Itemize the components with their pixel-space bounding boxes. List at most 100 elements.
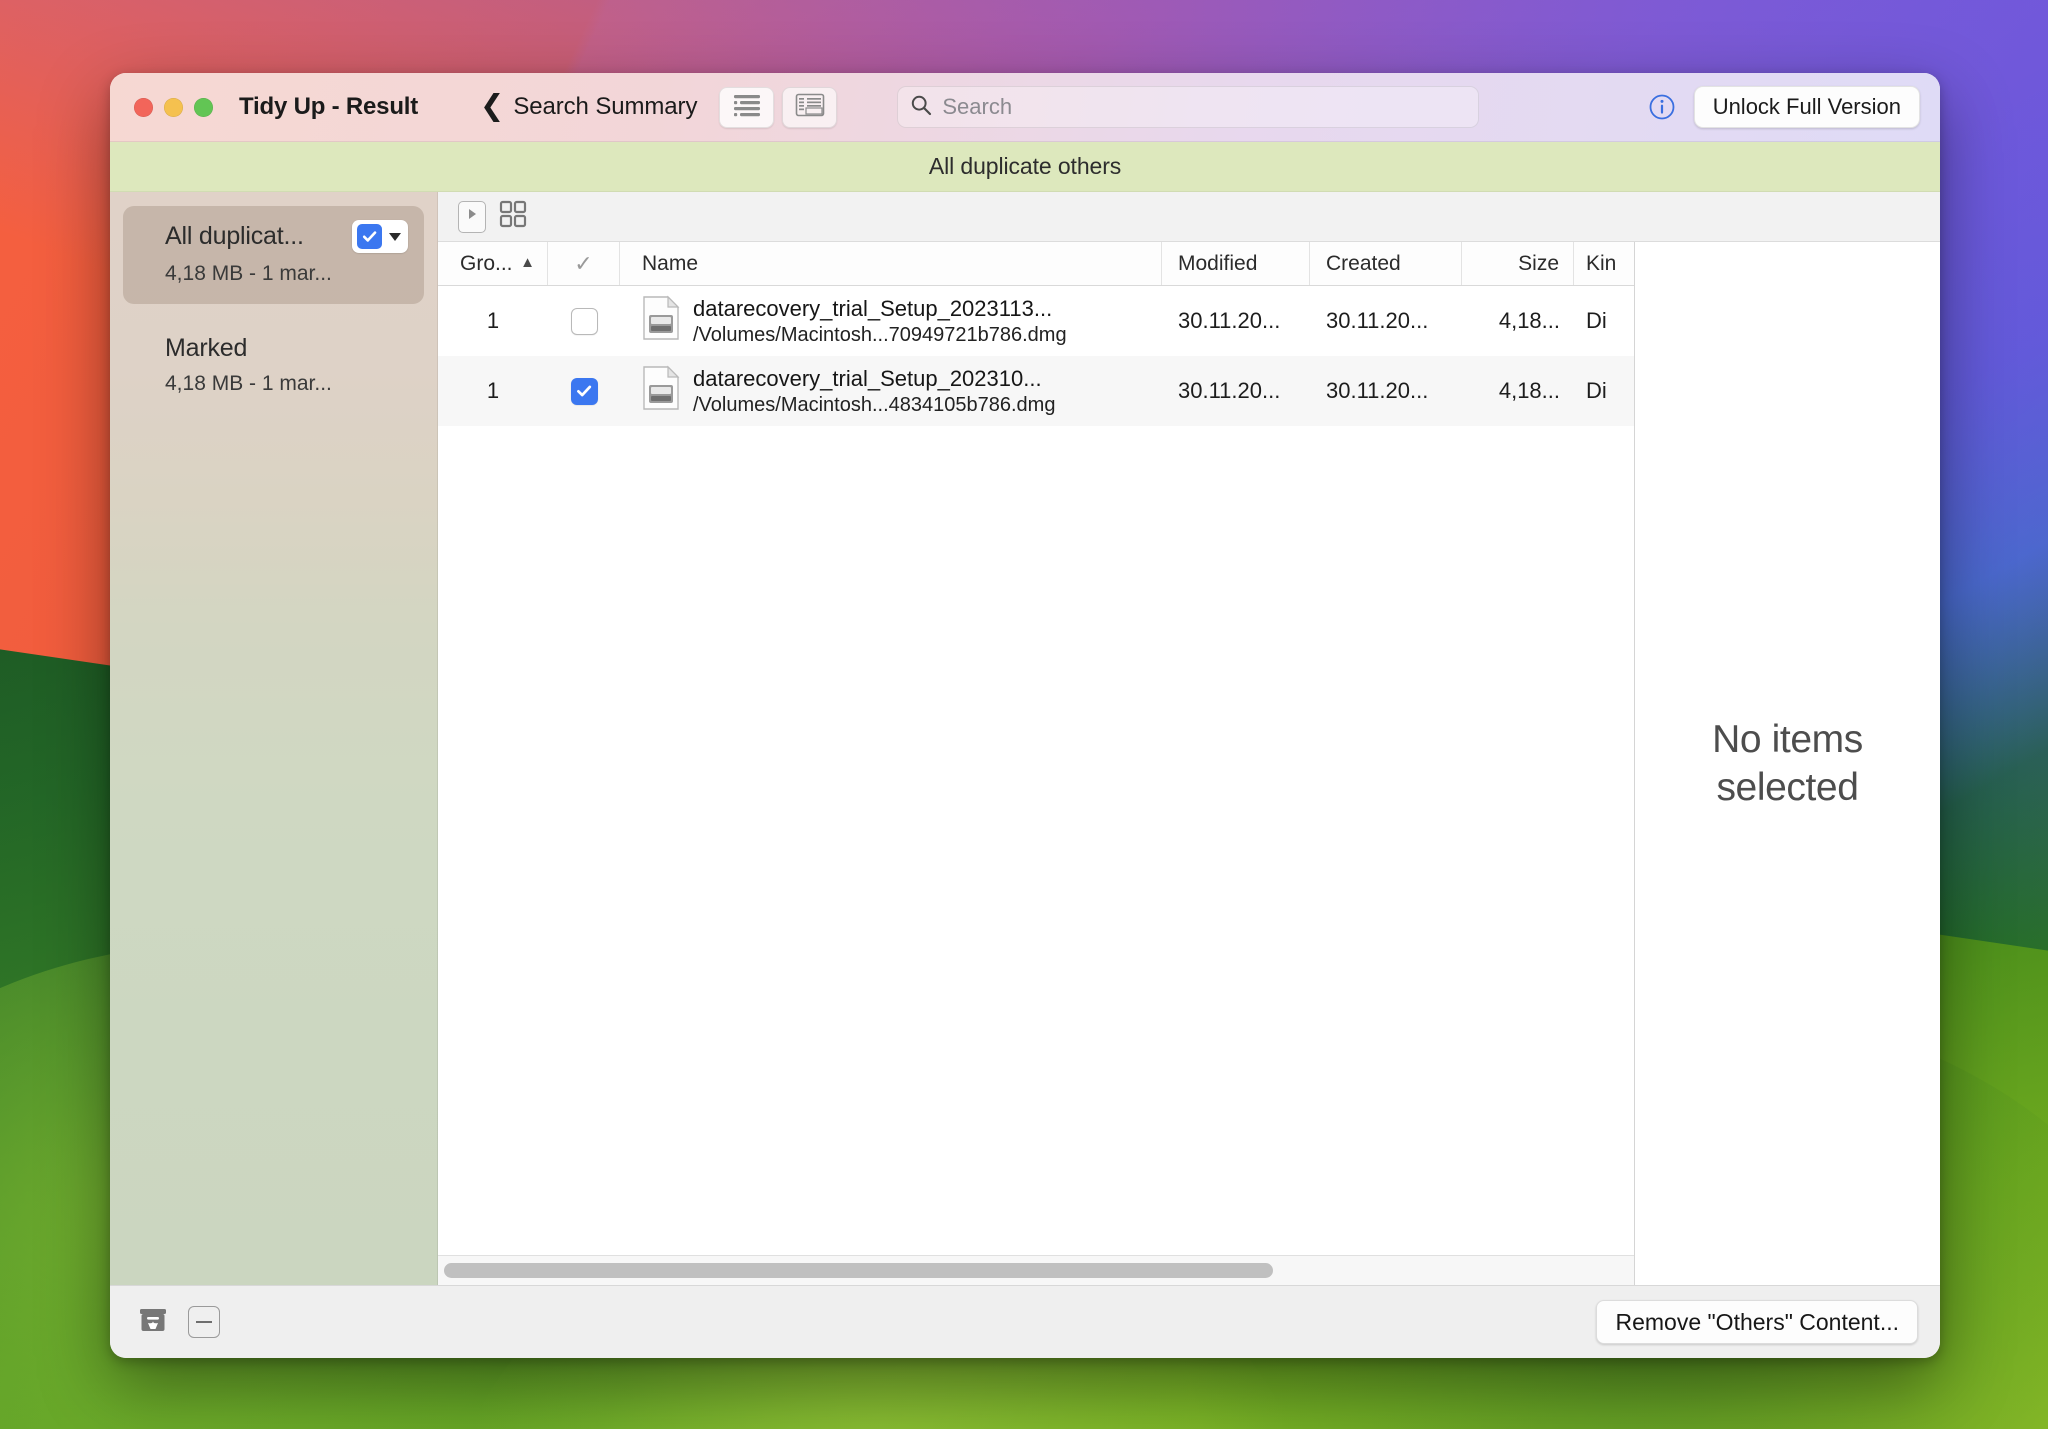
cell-kind: Di [1586,308,1607,333]
horizontal-scrollbar-thumb[interactable] [444,1263,1273,1278]
table-row[interactable]: 1 [438,286,1634,356]
column-header-size-label: Size [1518,251,1559,275]
column-header-name[interactable]: Name [620,242,1162,285]
cell-modified: 30.11.20... [1178,308,1281,333]
remove-others-content-button[interactable]: Remove "Others" Content... [1596,1300,1918,1344]
result-banner: All duplicate others [110,142,1940,192]
chevron-down-icon[interactable] [389,232,401,241]
main-content: Gro... ▲ ✓ Name Modified Created Size Ki… [438,192,1940,1285]
name-text-block: datarecovery_trial_Setup_2023113... /Vol… [693,296,1067,347]
chevron-left-icon: ❮ [480,89,505,122]
archive-box-icon [136,1303,170,1342]
column-header-kind[interactable]: Kin [1574,242,1634,285]
sidebar-item-subtitle: 4,18 MB - 1 mar... [165,262,332,285]
sidebar-item-header: Marked [165,334,408,363]
dmg-disk-image-icon [642,365,680,417]
file-path: /Volumes/Macintosh...4834105b786.dmg [693,393,1056,416]
list-toolbar [438,192,1940,242]
cell-checkbox[interactable] [548,286,620,356]
cell-created: 30.11.20... [1326,378,1429,403]
grid-view-icon [498,199,528,234]
minus-box-icon [196,1321,212,1323]
table-header-row: Gro... ▲ ✓ Name Modified Created Size Ki… [438,242,1634,286]
sidebar-item-label: Marked [165,334,248,362]
column-header-check-label: ✓ [574,250,593,276]
name-text-block: datarecovery_trial_Setup_202310... /Volu… [693,366,1055,417]
app-window: Tidy Up - Result ❮ Search Summary Search… [110,73,1940,1358]
cell-group: 1 [486,378,500,403]
close-button[interactable] [134,97,153,117]
banner-title: All duplicate others [928,153,1122,179]
search-field[interactable] [897,86,1480,128]
file-name: datarecovery_trial_Setup_202310... [693,365,1042,391]
sidebar-item-subtitle: 4,18 MB - 1 mar... [165,372,332,395]
table-row[interactable]: 1 [438,356,1634,426]
list-and-preview-split: Gro... ▲ ✓ Name Modified Created Size Ki… [438,242,1940,1285]
sidebar-item-all-duplicates[interactable]: All duplicat... 4,18 MB - 1 mar... [123,206,424,304]
play-disclosure-icon [465,206,479,227]
row-checkbox-unchecked[interactable] [570,307,598,335]
desktop-wallpaper: Tidy Up - Result ❮ Search Summary Search… [0,0,2048,1429]
info-circle-icon[interactable] [1648,93,1676,121]
no-items-selected-message: No items selected [1712,716,1863,811]
sidebar-checkbox-dropdown[interactable] [352,220,408,253]
column-header-modified-label: Modified [1178,251,1258,275]
search-icon [910,94,932,121]
cell-kind: Di [1586,378,1607,403]
cell-group: 1 [486,308,500,333]
cell-modified: 30.11.20... [1178,378,1281,403]
window-title: Tidy Up - Result [239,93,419,120]
traffic-lights [134,97,213,117]
archive-box-button[interactable] [136,1303,170,1342]
grid-view-button[interactable] [498,199,528,234]
sidebar-checkbox-checked[interactable] [357,224,382,249]
column-header-kind-label: Kin [1586,251,1617,275]
no-items-line-2: selected [1716,765,1859,809]
row-checkbox-checked[interactable] [570,377,598,405]
bottom-toolbar-left [136,1303,220,1342]
window-body: All duplicat... 4,18 MB - 1 mar... Marke… [110,192,1940,1285]
back-to-search-summary-button[interactable]: ❮ Search Summary [480,89,698,122]
preview-pane: No items selected [1635,242,1940,1285]
file-table-pane: Gro... ▲ ✓ Name Modified Created Size Ki… [438,242,1635,1285]
cell-size: 4,18... [1498,308,1560,333]
expand-all-button[interactable] [458,200,486,233]
titlebar-right-group: Unlock Full Version [1648,86,1920,128]
cell-name: datarecovery_trial_Setup_202310... /Volu… [620,356,1162,426]
minimize-button[interactable] [164,97,183,117]
window-titlebar: Tidy Up - Result ❮ Search Summary Search… [110,73,1940,142]
cell-created: 30.11.20... [1326,308,1429,333]
cell-size: 4,18... [1498,378,1560,403]
column-header-modified[interactable]: Modified [1162,242,1310,285]
back-button-label: Search Summary [513,93,698,120]
file-name: datarecovery_trial_Setup_2023113... [693,295,1053,321]
bottom-toolbar: Remove "Others" Content... [110,1285,1940,1358]
list-view-icon [732,93,762,122]
sidebar: All duplicat... 4,18 MB - 1 mar... Marke… [110,192,438,1285]
column-header-name-label: Name [642,251,699,275]
search-input[interactable] [942,94,1467,120]
column-header-group[interactable]: Gro... ▲ [438,242,548,285]
sidebar-item-label: All duplicat... [165,222,304,250]
view-mode-segmented-control [719,86,838,128]
cell-name: datarecovery_trial_Setup_2023113... /Vol… [620,286,1162,356]
column-header-created[interactable]: Created [1310,242,1462,285]
split-view-icon [795,93,825,122]
column-header-group-label: Gro... [460,251,513,275]
split-view-button[interactable] [782,86,838,128]
unlock-full-version-button[interactable]: Unlock Full Version [1693,86,1920,128]
sidebar-item-header: All duplicat... [165,220,408,253]
file-path: /Volumes/Macintosh...70949721b786.dmg [693,323,1067,346]
sort-ascending-icon: ▲ [520,254,535,271]
remove-group-button[interactable] [188,1306,220,1338]
zoom-button[interactable] [194,97,213,117]
cell-checkbox[interactable] [548,356,620,426]
column-header-created-label: Created [1326,251,1401,275]
list-view-button[interactable] [719,86,775,128]
column-header-check[interactable]: ✓ [548,242,620,285]
table-body: 1 datarecovery_trial_Setup_2023113... /V… [438,286,1634,1255]
sidebar-item-marked[interactable]: Marked 4,18 MB - 1 mar... [123,320,424,414]
horizontal-scrollbar[interactable] [438,1255,1634,1285]
no-items-line-1: No items [1712,717,1863,761]
column-header-size[interactable]: Size [1462,242,1574,285]
